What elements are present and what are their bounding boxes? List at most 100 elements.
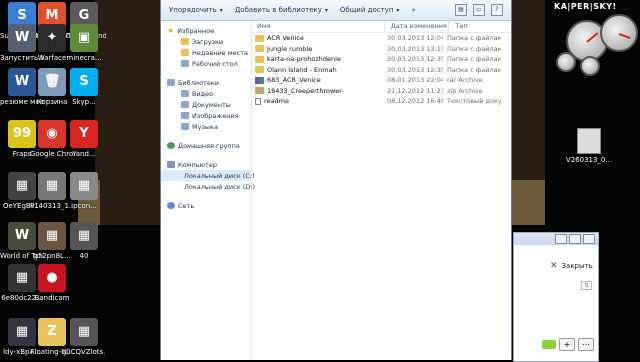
file-type: Папка с файлами (447, 65, 501, 74)
app-icon: ▦ (70, 172, 98, 200)
file-name: ACR Venice (267, 34, 304, 43)
nav-documents[interactable]: Документы (161, 99, 251, 110)
file-type: Папка с файлами (447, 55, 501, 64)
desktop-icon[interactable]: ▦ IJ0CQVZlots... (62, 318, 106, 356)
gauge-small-icon (580, 56, 600, 76)
computer-icon (167, 161, 175, 168)
help-icon[interactable]: ? (491, 4, 503, 16)
file-row[interactable]: 683_ACR_Venice 08.01.2013 22:04 rar Archiv… (251, 75, 511, 86)
column-header-type[interactable]: Тип (449, 21, 511, 32)
file-row[interactable]: karta-na-prohozhdenie 30.03.2013 12:35 Пап… (251, 54, 511, 65)
nav-desktop[interactable]: Рабочий стол (161, 58, 251, 69)
gauge-icon (600, 14, 638, 52)
column-header-date[interactable]: Дата изменения (385, 21, 450, 32)
rar-icon (255, 76, 264, 84)
file-row[interactable]: ACR Venice 30.03.2013 12:04 Папка с файлам… (251, 33, 511, 44)
desktop-icon[interactable]: ▣ minecra... (62, 24, 106, 62)
desktop-icon-video[interactable]: V260313_0... (562, 128, 616, 164)
add-to-library-button[interactable]: Добавить в библиотеку ▾ (235, 6, 328, 14)
desktop-icon-label: 40 (79, 252, 89, 260)
file-row[interactable]: Olann Island - Enmah 30.03.2013 12:35 Папк… (251, 65, 511, 76)
homegroup-icon (167, 142, 175, 149)
desktop-icon-label: V260313_0... (565, 156, 613, 164)
file-name: Olann Island - Enmah (267, 65, 337, 74)
popup-titlebar (514, 233, 598, 245)
file-row[interactable]: 18433_Creeperthrower- 21.12.2012 11:21 zip… (251, 86, 511, 97)
chevron-down-icon: ▾ (324, 6, 328, 14)
file-name: 18433_Creeperthrower- (267, 86, 344, 95)
file-row[interactable]: readme 08.12.2012 16:48 Текстовый докум... (251, 96, 511, 107)
video-file-icon (577, 128, 601, 154)
desktop-icon[interactable]: S Skyp... (62, 68, 106, 106)
column-header-name[interactable]: Имя (251, 21, 385, 32)
nav-favorites[interactable]: ★ Избранное (161, 25, 251, 36)
status-indicator (542, 339, 556, 349)
file-name: karta-na-prohozhdenie (267, 55, 341, 64)
chat-popup-window: ✕ Закрыть ⇅ + ⋯ (513, 232, 599, 362)
desktop-icon-label: IJ0CQVZlots... (62, 348, 106, 356)
close-panel-button[interactable]: ✕ Закрыть (550, 261, 593, 271)
nav-disk-c[interactable]: Локальный диск (C:) (161, 170, 255, 181)
folder-icon (255, 55, 264, 63)
kaspersky-gadget[interactable]: KA|PER|SKY! (550, 0, 640, 80)
column-headers: Имя Дата изменения Тип (251, 21, 511, 33)
folder-icon (255, 66, 264, 74)
nav-disk-d[interactable]: Локальный диск (D:) (161, 181, 255, 192)
network-icon (167, 202, 175, 209)
view-options-icon[interactable]: ▤ (455, 4, 467, 16)
library-icon (167, 79, 175, 86)
scroll-icon[interactable]: ⇅ (580, 281, 592, 290)
desktop-icon[interactable]: Y Yand... (62, 120, 106, 158)
gauge-small-icon (556, 52, 576, 72)
file-type: Папка с файлами (447, 44, 501, 53)
explorer-toolbar: Упорядочить ▾ Добавить в библиотеку ▾ Общи… (161, 0, 511, 21)
more-button[interactable]: » (411, 6, 415, 14)
chevron-down-icon: ▾ (219, 6, 223, 14)
desktop-icon[interactable]: ▦ ipcon... (62, 172, 106, 210)
nav-libraries[interactable]: Библиотеки (161, 77, 251, 88)
nav-downloads[interactable]: Загрузки (161, 36, 251, 47)
nav-network[interactable]: Сеть (161, 200, 251, 211)
nav-computer[interactable]: Компьютер (161, 159, 251, 170)
documents-icon (181, 101, 189, 108)
add-button[interactable]: + (559, 337, 575, 351)
desktop-icon[interactable]: ● Bandicam (30, 264, 74, 302)
desktop-icon-label: Bandicam (34, 294, 70, 302)
nav-recent[interactable]: Недавние места (161, 47, 251, 58)
app-icon: ● (38, 264, 66, 292)
close-icon: ✕ (550, 261, 558, 271)
desktop-icon[interactable]: ▦ 40 (62, 222, 106, 260)
popup-action-bar: + ⋯ (518, 337, 594, 351)
file-date: 30.03.2013 13:15 (387, 44, 443, 53)
file-date: 30.03.2013 12:04 (387, 34, 443, 43)
chevron-down-icon: ▾ (396, 6, 400, 14)
star-icon: ★ (167, 26, 175, 35)
maximize-button[interactable] (569, 234, 581, 244)
file-date: 30.03.2013 12:35 (387, 65, 443, 74)
share-button[interactable]: Общий доступ ▾ (340, 6, 400, 14)
file-row[interactable]: Jungle rumble 30.03.2013 13:15 Папка с фай… (251, 44, 511, 55)
file-list: Имя Дата изменения Тип ACR Venice 30.03.2… (251, 21, 511, 360)
images-icon (181, 112, 189, 119)
minimize-button[interactable] (555, 234, 567, 244)
file-type: zip Archive (447, 86, 483, 95)
nav-video[interactable]: Видео (161, 88, 251, 99)
preview-pane-icon[interactable]: ▭ (473, 4, 485, 16)
folder-icon (255, 45, 264, 53)
file-type: Папка с файлами (447, 34, 501, 43)
organize-button[interactable]: Упорядочить ▾ (169, 6, 223, 14)
video-icon (181, 90, 189, 97)
desktop-icon-label: ipcon... (71, 202, 97, 210)
nav-images[interactable]: Изображения (161, 110, 251, 121)
window-close-button[interactable] (583, 234, 595, 244)
nav-homegroup[interactable]: Домашняя группа (161, 140, 251, 151)
file-date: 21.12.2012 11:21 (387, 86, 443, 95)
app-icon: S (70, 68, 98, 96)
folder-icon (255, 34, 264, 42)
nav-music[interactable]: Музыка (161, 121, 251, 132)
more-options-button[interactable]: ⋯ (578, 337, 594, 351)
recent-places-icon (181, 49, 189, 56)
file-name: Jungle rumble (267, 44, 313, 53)
file-date: 08.01.2013 22:04 (387, 76, 443, 85)
desktop-icon-label: Yand... (72, 150, 96, 158)
